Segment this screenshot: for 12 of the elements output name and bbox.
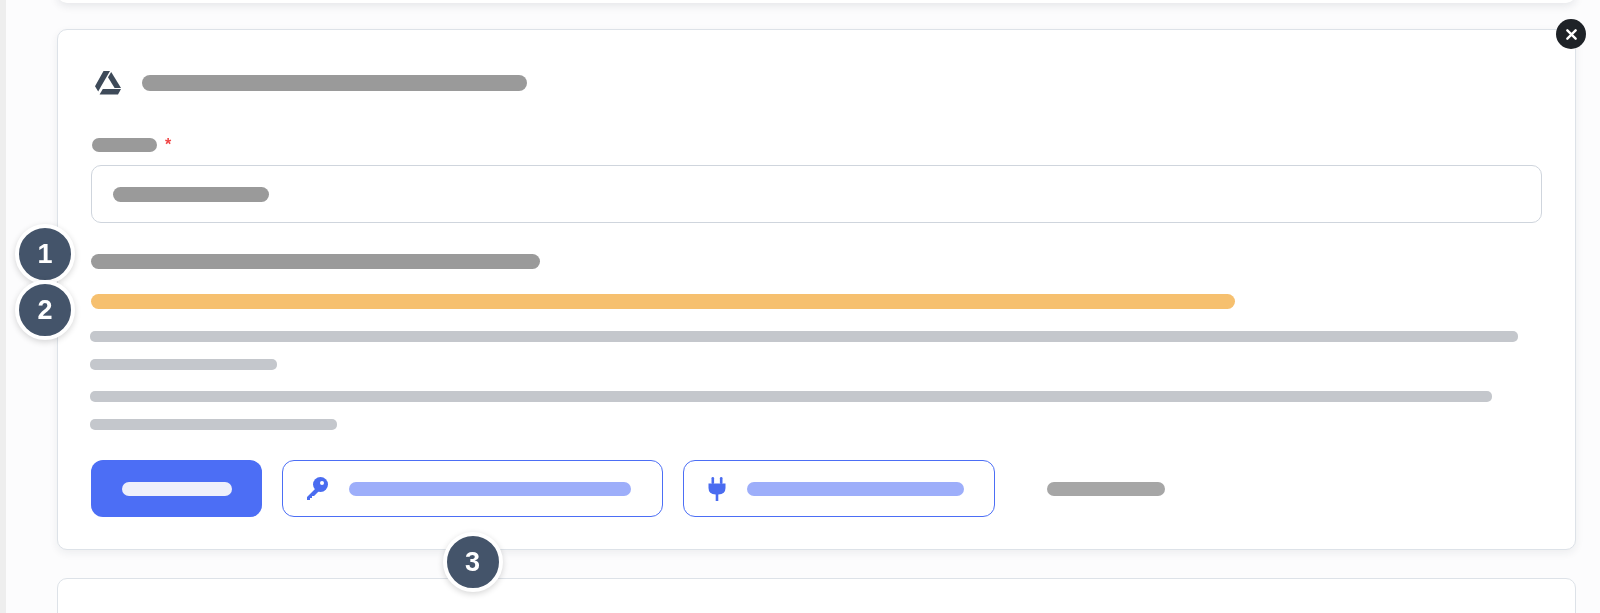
outline-button[interactable]: [282, 460, 663, 517]
triangle-logo-icon: [95, 71, 121, 95]
close-button[interactable]: [1556, 19, 1586, 49]
close-icon: [1565, 28, 1577, 40]
key-icon: [305, 477, 328, 500]
outline-button[interactable]: [683, 460, 995, 517]
primary-button[interactable]: [91, 460, 262, 517]
plug-icon: [707, 476, 727, 501]
label-placeholder-bar: [92, 138, 157, 152]
input-field[interactable]: [91, 165, 1542, 223]
required-asterisk: *: [165, 138, 172, 152]
link-placeholder-bar[interactable]: [1047, 481, 1165, 496]
